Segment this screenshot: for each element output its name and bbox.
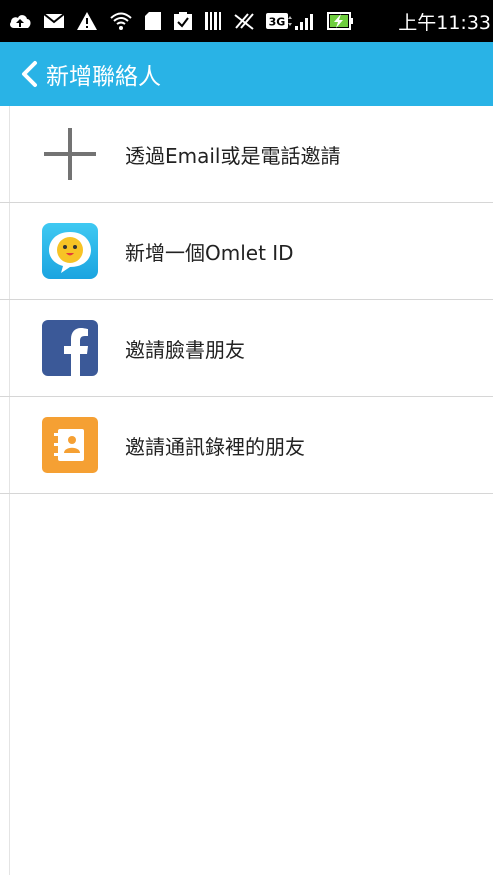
list-item-label: 邀請通訊錄裡的朋友 <box>125 434 305 459</box>
no-sync-icon <box>233 11 255 31</box>
omlet-icon <box>42 223 98 279</box>
mail-icon <box>43 12 65 30</box>
plus-icon <box>42 126 98 182</box>
sd-card-icon <box>144 11 162 31</box>
svg-text:3G: 3G <box>269 16 286 29</box>
signal-icon <box>294 11 316 31</box>
status-icons: 3G <box>8 0 355 42</box>
add-omlet-id-item[interactable]: 新增一個Omlet ID <box>0 203 493 300</box>
facebook-icon <box>42 320 98 376</box>
wifi-icon <box>109 11 133 31</box>
invite-contacts-item[interactable]: 邀請通訊錄裡的朋友 <box>0 397 493 494</box>
cloud-upload-icon <box>8 11 32 31</box>
barcode-icon <box>204 11 222 31</box>
list-item-label: 邀請臉書朋友 <box>125 337 245 362</box>
app-bar: 新增聯絡人 <box>0 42 493 106</box>
battery-charging-icon <box>327 12 355 30</box>
3g-icon: 3G <box>266 12 292 30</box>
status-bar: 3G 上午11:33 <box>0 0 493 42</box>
page-title: 新增聯絡人 <box>46 64 161 90</box>
chevron-left-icon[interactable] <box>14 59 44 89</box>
options-list: 透過Email或是電話邀請 新增一個Omlet ID 邀請臉書朋友 邀請通訊錄裡… <box>0 106 493 494</box>
list-item-label: 透過Email或是電話邀請 <box>125 143 341 168</box>
invite-by-email-or-phone-item[interactable]: 透過Email或是電話邀請 <box>0 106 493 203</box>
status-time: 上午11:33 <box>398 11 491 34</box>
list-item-label: 新增一個Omlet ID <box>125 240 294 265</box>
warning-icon <box>76 11 98 31</box>
clipboard-check-icon <box>173 11 193 31</box>
invite-facebook-friends-item[interactable]: 邀請臉書朋友 <box>0 300 493 397</box>
contacts-icon <box>42 417 98 473</box>
